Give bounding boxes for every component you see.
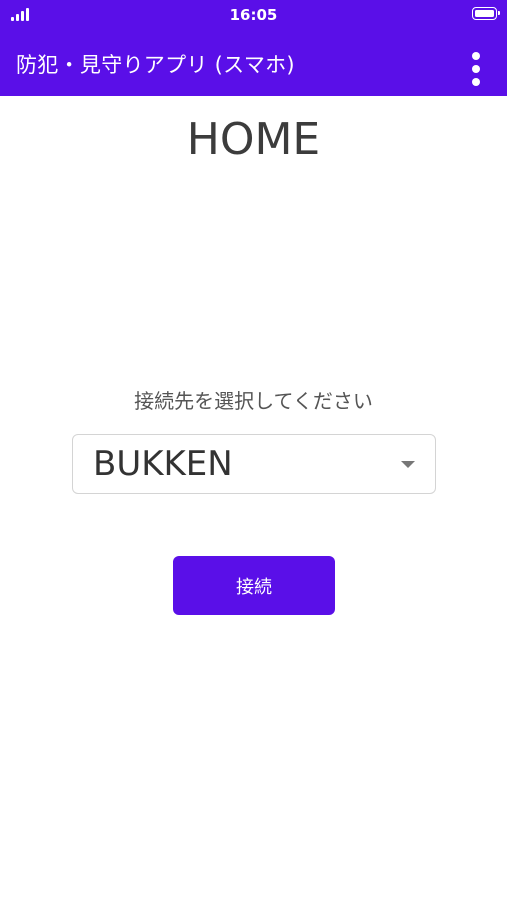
connect-button[interactable]: 接続 <box>173 556 335 615</box>
app-bar: 防犯・見守りアプリ (スマホ) <box>0 30 507 96</box>
connect-button-label: 接続 <box>236 576 272 598</box>
more-vert-icon[interactable] <box>471 52 481 86</box>
battery-full-icon <box>472 7 500 20</box>
select-prompt: 接続先を選択してください <box>134 389 373 413</box>
status-time: 16:05 <box>229 6 278 24</box>
dropdown-caret-icon <box>401 461 415 468</box>
app-title: 防犯・見守りアプリ (スマホ) <box>16 53 295 77</box>
destination-select-value: BUKKEN <box>93 444 233 484</box>
status-bar: 16:05 <box>0 0 507 30</box>
destination-select[interactable]: BUKKEN <box>72 434 436 494</box>
page-title: HOME <box>186 114 321 165</box>
